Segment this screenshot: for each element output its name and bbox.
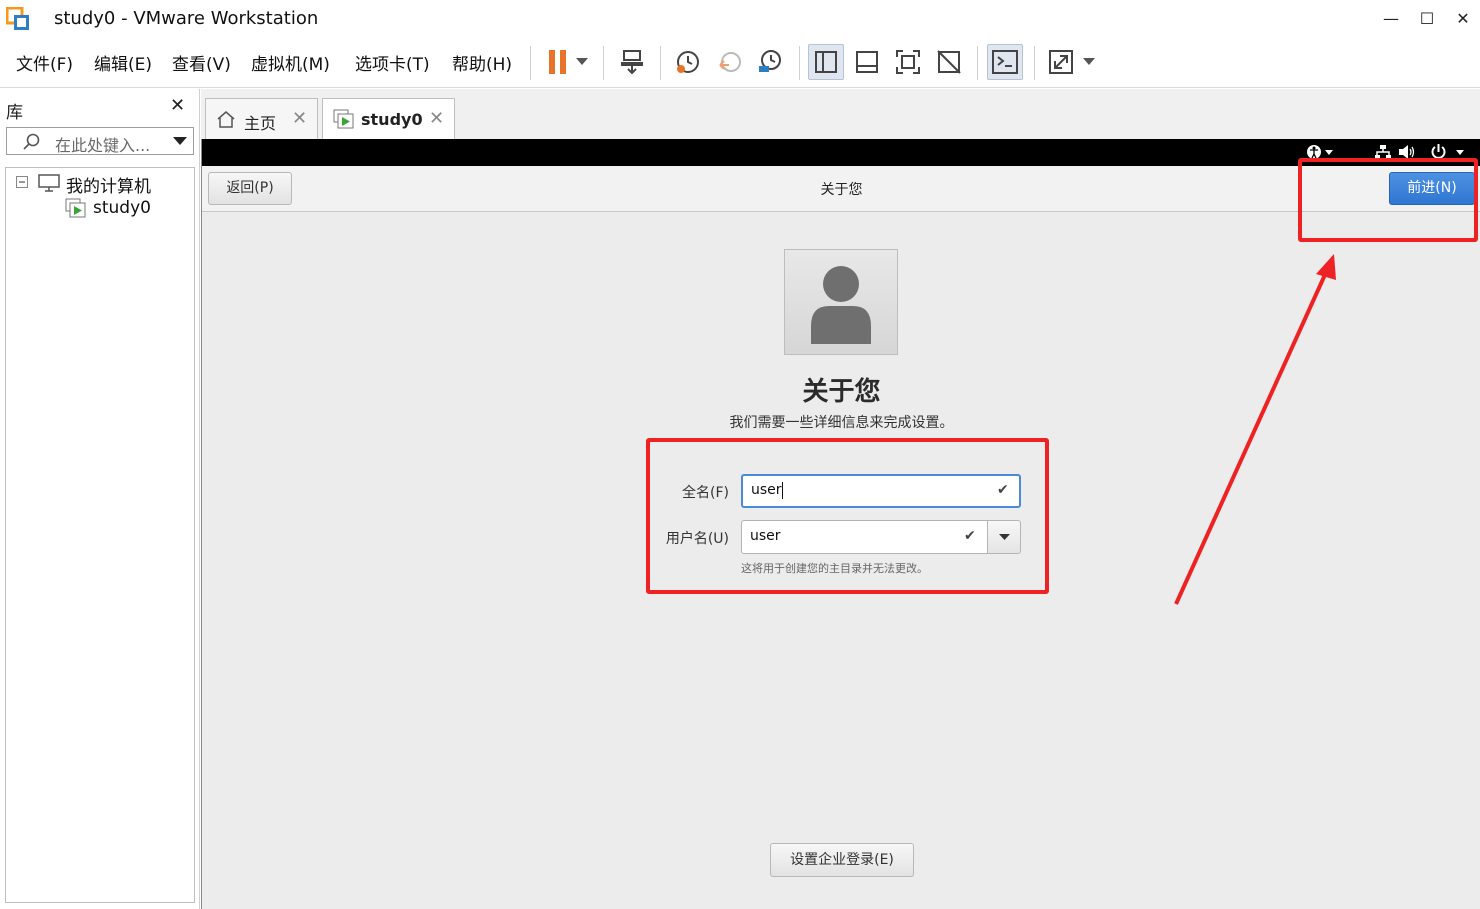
pause-dropdown-button[interactable] (568, 44, 596, 80)
unity-disabled-icon (937, 50, 961, 74)
revert-icon (719, 52, 741, 72)
home-icon (217, 111, 235, 128)
toolbar-separator (530, 46, 531, 80)
menu-edit[interactable]: 编辑(E) (94, 50, 152, 75)
tab-strip: 主页 ✕ study0 ✕ (201, 89, 1480, 139)
unity-mode-button[interactable] (931, 44, 967, 80)
highlight-form-box (646, 438, 1049, 594)
library-panel: 库 ✕ 在此处键入... 我的计算机 study0 (0, 89, 200, 909)
terminal-icon (992, 50, 1018, 74)
snapshot-button[interactable] (670, 44, 706, 80)
toolbar-separator (799, 46, 800, 80)
vm-running-icon (333, 109, 354, 129)
tab-home-close-icon[interactable]: ✕ (292, 108, 307, 129)
enterprise-login-button[interactable]: 设置企业登录(E) (770, 843, 914, 877)
vmware-logo-icon (6, 7, 29, 30)
send-ctrl-alt-del-button[interactable] (614, 44, 650, 80)
title-bar: study0 - VMware Workstation — ☐ ✕ (0, 0, 1480, 38)
chevron-down-icon (576, 58, 588, 65)
guest-top-bar (202, 139, 1480, 166)
menu-tabs[interactable]: 选项卡(T) (355, 50, 430, 75)
snapshot-manager-icon (759, 50, 781, 72)
maximize-button[interactable]: ☐ (1412, 6, 1442, 32)
chevron-down-icon[interactable] (173, 137, 187, 146)
collapse-icon[interactable] (16, 176, 28, 188)
show-thumbnail-bar-button[interactable] (849, 44, 885, 80)
avatar[interactable] (784, 249, 898, 355)
menu-view[interactable]: 查看(V) (172, 50, 231, 75)
stretch-dropdown-button[interactable] (1076, 44, 1102, 80)
user-silhouette-icon (811, 266, 871, 344)
snapshot-clock-icon (677, 51, 699, 73)
toolbar-separator (977, 46, 978, 80)
highlight-next-box (1298, 158, 1478, 242)
snapshot-manager-button[interactable] (752, 44, 788, 80)
menu-help[interactable]: 帮助(H) (452, 50, 512, 75)
toolbar-separator (660, 46, 661, 80)
toolbar-separator (1034, 46, 1035, 80)
minimize-button[interactable]: — (1376, 6, 1406, 32)
setup-header: 返回(P) 关于您 前进(N) (202, 166, 1480, 212)
tab-home[interactable]: 主页 ✕ (205, 98, 318, 139)
search-icon (23, 133, 40, 150)
library-close-button[interactable]: ✕ (170, 95, 185, 116)
tab-study0-close-icon[interactable]: ✕ (429, 108, 444, 129)
fullscreen-icon (896, 50, 920, 74)
close-window-button[interactable]: ✕ (1448, 6, 1478, 32)
menu-file[interactable]: 文件(F) (16, 50, 73, 75)
show-library-button[interactable] (808, 44, 844, 80)
vm-running-icon (65, 198, 86, 218)
stretch-icon (1049, 50, 1073, 74)
tab-home-label: 主页 (244, 114, 277, 133)
tab-study0[interactable]: study0 ✕ (322, 98, 455, 139)
library-title: 库 (6, 103, 23, 123)
computer-icon (38, 174, 60, 192)
bottom-bar-layout-icon (856, 51, 878, 73)
header-title: 关于您 (820, 182, 863, 198)
stretch-guest-button[interactable] (1043, 44, 1079, 80)
sidebar-layout-icon (815, 51, 837, 73)
chevron-down-icon (1083, 58, 1095, 65)
full-screen-button[interactable] (890, 44, 926, 80)
library-search-input[interactable]: 在此处键入... (6, 127, 194, 155)
toolbar-separator (603, 46, 604, 80)
pause-icon (549, 50, 566, 74)
tree-item-my-computer[interactable]: 我的计算机 (66, 172, 151, 197)
library-search-placeholder: 在此处键入... (55, 136, 151, 155)
menu-toolbar: 文件(F) 编辑(E) 查看(V) 虚拟机(M) 选项卡(T) 帮助(H) (0, 38, 1480, 88)
window-title: study0 - VMware Workstation (54, 8, 319, 29)
menu-vm[interactable]: 虚拟机(M) (251, 50, 330, 75)
library-tree: 我的计算机 study0 (5, 167, 195, 903)
annotation-arrow-icon (1174, 254, 1336, 605)
tab-study0-label: study0 (361, 110, 423, 129)
tree-item-study0[interactable]: study0 (93, 198, 151, 218)
network-send-icon (621, 50, 643, 75)
revert-snapshot-button[interactable] (712, 44, 748, 80)
console-view-button[interactable] (987, 44, 1023, 80)
